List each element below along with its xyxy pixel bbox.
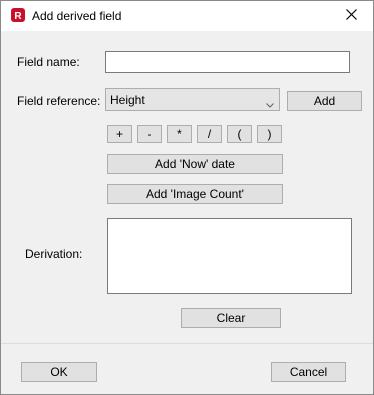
close-button[interactable]: [329, 1, 373, 31]
ok-button[interactable]: OK: [21, 362, 97, 382]
field-reference-label: Field reference:: [17, 94, 101, 108]
minus-operator-button[interactable]: -: [137, 125, 162, 143]
chevron-down-icon: [266, 97, 274, 108]
add-now-date-button[interactable]: Add 'Now' date: [107, 154, 283, 174]
cancel-button[interactable]: Cancel: [271, 362, 346, 382]
plus-operator-button[interactable]: +: [107, 125, 132, 143]
open-paren-button[interactable]: (: [227, 125, 252, 143]
close-icon: [345, 9, 357, 23]
derivation-label: Derivation:: [25, 247, 83, 261]
title-bar: R Add derived field: [1, 1, 373, 31]
svg-text:R: R: [14, 11, 22, 22]
clear-button[interactable]: Clear: [181, 308, 281, 328]
app-logo-icon: R: [11, 8, 25, 22]
field-name-input[interactable]: [105, 51, 350, 73]
add-image-count-button[interactable]: Add 'Image Count': [107, 184, 283, 204]
multiply-operator-button[interactable]: *: [167, 125, 192, 143]
footer-divider: [1, 343, 373, 344]
add-derived-field-dialog: R Add derived field Field name: Field re…: [0, 0, 374, 395]
field-reference-dropdown[interactable]: Height: [105, 88, 280, 111]
close-paren-button[interactable]: ): [257, 125, 282, 143]
field-name-label: Field name:: [17, 55, 80, 69]
derivation-textarea[interactable]: [107, 218, 352, 294]
divide-operator-button[interactable]: /: [197, 125, 222, 143]
dialog-title: Add derived field: [32, 9, 122, 23]
add-button[interactable]: Add: [287, 91, 362, 111]
field-reference-selected: Height: [110, 93, 145, 107]
